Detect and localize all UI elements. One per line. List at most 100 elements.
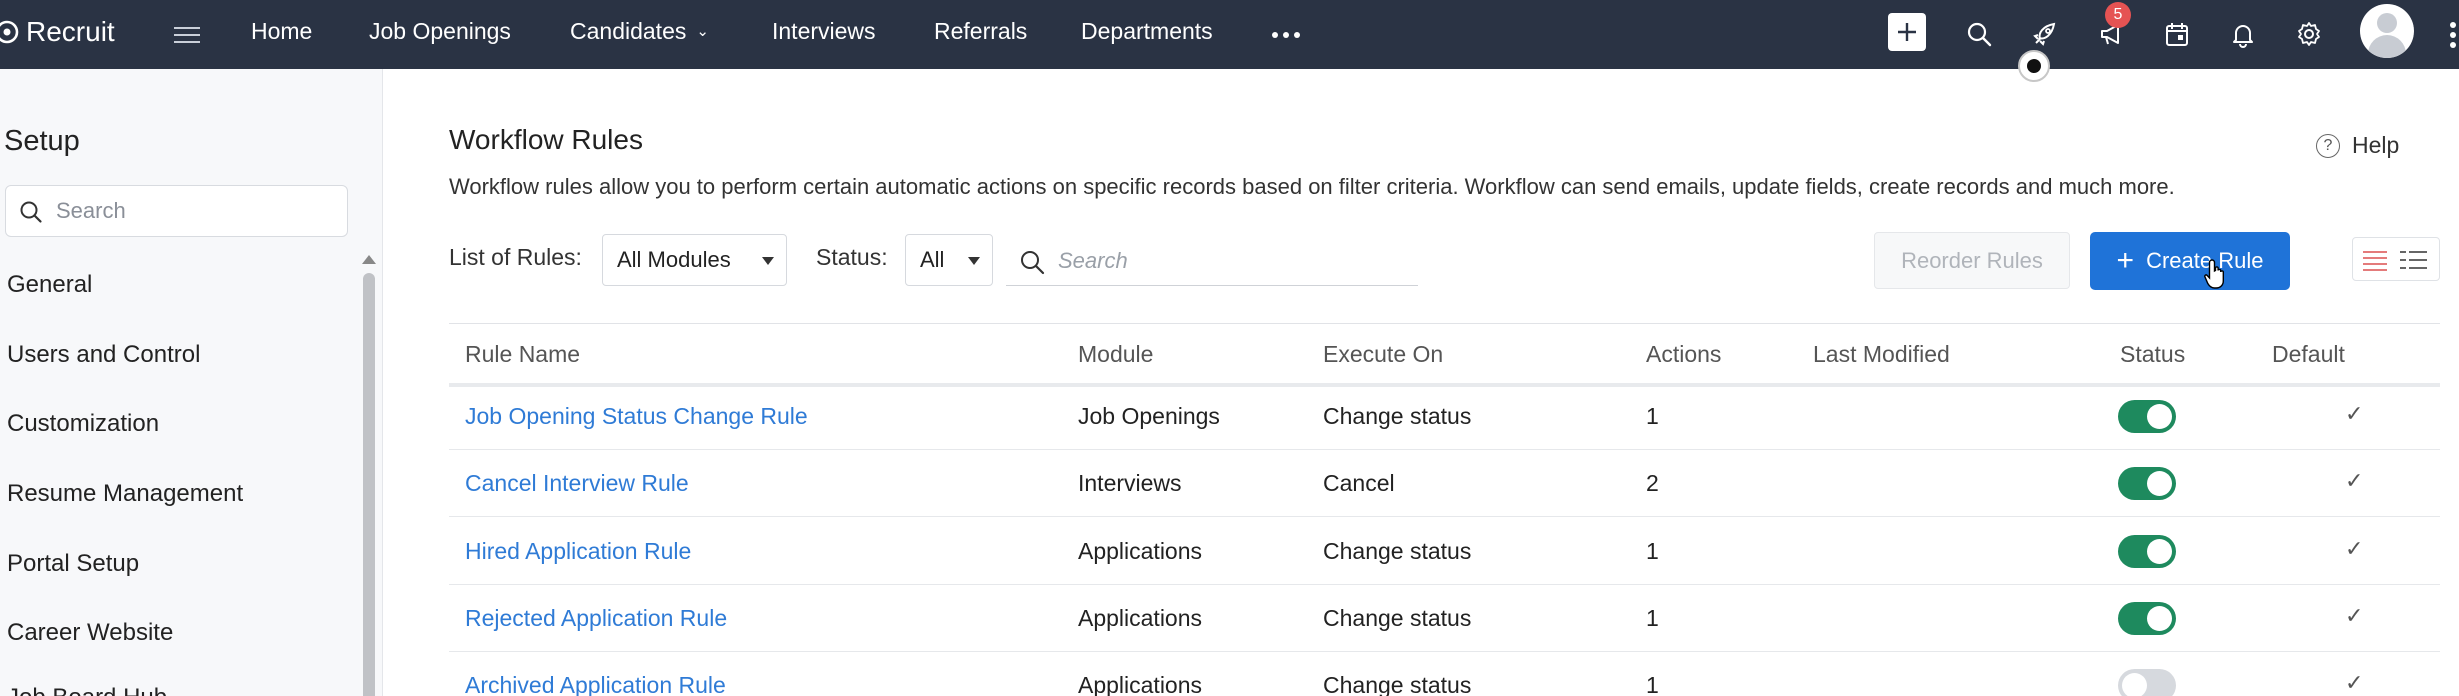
search-icon [20,201,42,223]
reorder-rules-button[interactable]: Reorder Rules [1874,232,2070,289]
bell-icon[interactable] [2224,15,2262,53]
page-title: Workflow Rules [449,124,643,155]
default-check-icon: ✓ [2345,670,2364,695]
rocket-icon[interactable] [2026,15,2064,53]
app-name: Recruit [26,16,115,47]
plus-icon: + [2116,244,2135,277]
column-header-default[interactable]: Default [2272,341,2345,368]
sidebar-item-general[interactable]: General [7,271,92,299]
dropdown-arrow-icon [762,257,774,265]
notification-count-badge: 5 [2105,2,2131,28]
default-check-icon: ✓ [2345,603,2364,628]
column-header-last-modified[interactable]: Last Modified [1813,341,1950,368]
rule-name-link[interactable]: Archived Application Rule [465,672,726,696]
sidebar-scrollbar[interactable] [362,255,376,696]
status-filter-value: All [920,247,945,272]
column-header-rule-name[interactable]: Rule Name [465,341,580,368]
sidebar-item-career-website[interactable]: Career Website [7,619,173,647]
default-check-icon: ✓ [2345,468,2364,493]
table-divider [449,323,2440,324]
module-cell: Applications [1078,538,1203,564]
module-filter-value: All Modules [617,247,731,272]
execute-on-cell: Cancel [1323,470,1395,496]
table-row[interactable]: Rejected Application Rule Applications Cha… [449,585,2440,652]
column-header-status[interactable]: Status [2120,341,2185,368]
help-label: Help [2352,132,2400,158]
hand-pointer-icon [2204,259,2224,289]
execute-on-cell: Change status [1323,403,1472,429]
status-toggle[interactable] [2118,467,2176,500]
module-cell: Applications [1078,605,1203,631]
help-link[interactable]: ? Help [2316,132,2399,159]
table-row[interactable]: Archived Application Rule Applications Cha… [449,652,2440,696]
detail-view-icon[interactable] [2396,238,2439,280]
search-icon[interactable] [1960,15,1998,53]
apps-menu-icon[interactable] [2450,22,2459,48]
status-toggle[interactable] [2118,535,2176,568]
table-row[interactable]: Cancel Interview Rule Interviews Cancel 2 ✓ [449,450,2440,517]
sidebar-item-job-board-hub[interactable]: Job Board Hub [7,684,167,696]
plus-icon[interactable] [1888,13,1926,51]
module-cell: Job Openings [1078,403,1220,429]
table-row[interactable]: Job Opening Status Change Rule Job Openin… [449,383,2440,450]
module-cell: Interviews [1078,470,1182,496]
execute-on-cell: Change status [1323,605,1472,631]
sidebar-title: Setup [4,125,80,157]
app-logo[interactable]: Recruit [0,14,115,50]
rules-search-input[interactable] [1058,246,1398,276]
rule-name-link[interactable]: Job Opening Status Change Rule [465,403,808,430]
column-header-execute-on[interactable]: Execute On [1323,341,1443,368]
nav-candidates[interactable]: Candidates ⌄ [570,18,709,45]
view-toggle[interactable] [2352,237,2440,281]
nav-referrals[interactable]: Referrals [934,18,1027,45]
actions-cell: 1 [1646,672,1659,696]
setup-sidebar: Setup General Users and Control Customiz… [0,69,383,696]
sidebar-search[interactable] [5,185,348,237]
execute-on-cell: Change status [1323,538,1472,564]
cursor-indicator [2018,50,2050,82]
more-icon[interactable] [1272,18,1302,48]
list-of-rules-label: List of Rules: [449,244,582,270]
recruit-logo-icon [0,20,19,44]
sidebar-item-customization[interactable]: Customization [7,410,159,438]
actions-cell: 1 [1646,403,1659,429]
nav-departments[interactable]: Departments [1081,18,1213,45]
top-bar: Recruit Home Job Openings Candidates ⌄ In… [0,0,2459,69]
hamburger-menu-icon[interactable] [174,22,200,46]
page-description: Workflow rules allow you to perform cert… [449,174,2175,199]
actions-cell: 1 [1646,605,1659,631]
column-header-module[interactable]: Module [1078,341,1153,368]
module-filter-select[interactable]: All Modules [602,234,787,286]
rules-search[interactable] [1006,236,1418,286]
status-toggle[interactable] [2118,400,2176,433]
dropdown-arrow-icon [968,257,980,265]
gear-icon[interactable] [2290,15,2328,53]
table-row[interactable]: Hired Application Rule Applications Change… [449,518,2440,585]
execute-on-cell: Change status [1323,672,1472,696]
status-filter-label: Status: [816,244,888,270]
rule-name-link[interactable]: Hired Application Rule [465,538,691,565]
sidebar-search-input[interactable] [56,196,336,226]
status-toggle[interactable] [2118,602,2176,635]
nav-job-openings[interactable]: Job Openings [369,18,511,45]
status-toggle[interactable] [2118,669,2176,696]
column-header-actions[interactable]: Actions [1646,341,1721,368]
sidebar-item-users-and-control[interactable]: Users and Control [7,341,200,369]
nav-candidates-label: Candidates [570,18,687,44]
chevron-down-icon: ⌄ [696,23,709,40]
list-view-icon[interactable] [2353,238,2396,280]
status-filter-select[interactable]: All [905,234,993,286]
actions-cell: 2 [1646,470,1659,496]
default-check-icon: ✓ [2345,536,2364,561]
calendar-icon[interactable] [2158,15,2196,53]
create-rule-button[interactable]: + Create Rule [2090,232,2290,290]
sidebar-item-portal-setup[interactable]: Portal Setup [7,550,139,578]
search-icon [1021,251,1045,275]
nav-home[interactable]: Home [251,18,312,45]
nav-interviews[interactable]: Interviews [772,18,876,45]
rule-name-link[interactable]: Rejected Application Rule [465,605,727,632]
sidebar-item-resume-management[interactable]: Resume Management [7,480,243,508]
avatar[interactable] [2360,4,2414,58]
rule-name-link[interactable]: Cancel Interview Rule [465,470,689,497]
default-check-icon: ✓ [2345,401,2364,426]
